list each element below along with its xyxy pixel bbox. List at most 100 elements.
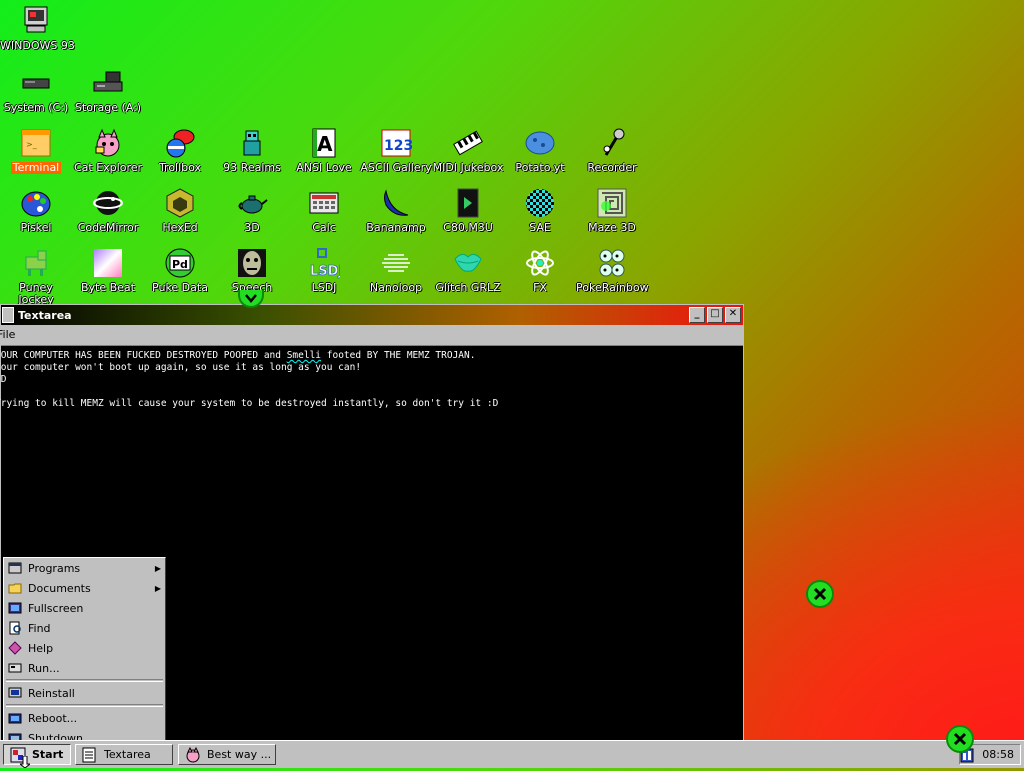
calculator-icon [307,186,341,220]
cube-icon [163,186,197,220]
text-content[interactable]: YOUR COMPUTER HAS BEEN FUCKED DESTROYED … [0,346,743,410]
menu-label: Find [28,621,51,635]
desktop-icon-label: Storage (A:) [74,101,142,114]
clock[interactable]: 08:58 [982,748,1014,761]
run-icon [8,661,22,675]
folder-icon [8,581,22,595]
find-icon [8,621,22,635]
desktop-icon-puke-data[interactable]: Pd Puke Data [144,246,216,294]
window-titlebar[interactable]: Textarea _ □ ✕ [1,305,743,325]
taskbar-item-textarea[interactable]: Textarea [75,744,173,765]
desktop-icon-label: Nanoloop [369,281,423,294]
start-menu-item-documents[interactable]: Documents ▶ [4,578,165,598]
desktop-icon-fx[interactable]: FX [504,246,576,294]
desktop-icon-label: MIDI Jukebox [432,161,504,174]
desktop-icon-hexed[interactable]: HexEd [144,186,216,234]
desktop-icon-system-c[interactable]: System (C:) [0,66,72,114]
desktop-icon-storage-a[interactable]: Storage (A:) [72,66,144,114]
desktop-icon-c80m3u[interactable]: C80.M3U [432,186,504,234]
desktop-icon-label: Terminal [10,161,62,174]
desktop-icon-terminal[interactable]: >_ Terminal [0,126,72,174]
desktop-icon-maze-3d[interactable]: Maze 3D [576,186,648,234]
desktop-icon-byte-beat[interactable]: Byte Beat [72,246,144,294]
piano-icon [451,126,485,160]
desktop-icon-piskel[interactable]: Piskel [0,186,72,234]
start-menu-item-reboot[interactable]: Reboot... [4,708,165,728]
desktop-icon-label: Potato.yt [515,161,565,174]
fullscreen-icon [8,601,22,615]
desktop-icon-label: CodeMirror [77,221,139,234]
desktop-icon-label: Trollbox [158,161,202,174]
desktop-icon-ascii-gallery[interactable]: 123 ASCII Gallery [360,126,432,174]
desktop-icon-codemirror[interactable]: CodeMirror [72,186,144,234]
desktop-icon-midi-jukebox[interactable]: MIDI Jukebox [432,126,504,174]
window-menubar: File [0,325,743,346]
desktop-icon-lsdj[interactable]: LSDJ LSDJ [288,246,360,294]
menu-label: Programs [28,561,81,575]
taskbar-item-best-way[interactable]: Best way ... [178,744,276,765]
menu-label: Run... [28,661,60,675]
window-title: Textarea [18,308,72,322]
bytebeat-icon [91,246,125,280]
close-button[interactable]: ✕ [725,307,741,323]
textarea-app-icon [82,747,96,763]
microphone-icon [595,126,629,160]
desktop-icon-nanoloop[interactable]: Nanoloop [360,246,432,294]
desktop-icon-label: C80.M3U [443,221,493,234]
desktop-icon-windows93[interactable]: WINDOWS 93 [0,4,75,52]
start-menu: Programs ▶ Documents ▶ Fullscreen Find H… [3,557,166,745]
speech-face-icon [235,246,269,280]
desktop-icon-ansi-love[interactable]: A ANSI Love [288,126,360,174]
floppy-drive-icon [91,66,125,100]
desktop-icon-cat-explorer[interactable]: Cat Explorer [72,126,144,174]
start-menu-item-run[interactable]: Run... [4,658,165,678]
desktop-icon-trollbox[interactable]: Trollbox [144,126,216,174]
pony-icon [19,246,53,280]
menu-label: Reboot... [28,711,78,725]
taskbar: Start Textarea Best way ... 08:58 [0,740,1024,768]
desktop-icon-3d[interactable]: 3D [216,186,288,234]
desktop-icon-bananamp[interactable]: Bananamp [360,186,432,234]
maximize-button[interactable]: □ [707,307,723,323]
lsdj-icon: LSDJ [307,246,341,280]
minimize-button[interactable]: _ [689,307,705,323]
desktop-icon-calc[interactable]: Calc [288,186,360,234]
desktop-icon-label: Maze 3D [588,221,636,234]
desktop-icon-label: WINDOWS 93 [0,39,75,52]
desktop-icon-glitch-grlz[interactable]: Glitch GRLZ [432,246,504,294]
lips-icon [451,246,485,280]
cat-icon [91,126,125,160]
desktop-icon-93-realms[interactable]: 93 Realms [216,126,288,174]
start-menu-item-help[interactable]: Help [4,638,165,658]
help-icon [8,641,22,655]
start-menu-item-programs[interactable]: Programs ▶ [4,558,165,578]
start-button[interactable]: Start [3,744,71,765]
desktop-icon-label: Recorder [587,161,637,174]
close-badge-icon[interactable] [806,580,834,608]
desktop-icon-label: Byte Beat [80,281,135,294]
banana-icon [379,186,413,220]
menu-file[interactable]: File [0,328,15,341]
desktop-icon-puney-jockey[interactable]: Puney Jockey [0,246,72,306]
desktop-icon-speech[interactable]: Speech [216,246,288,294]
maze-icon [595,186,629,220]
close-badge-icon[interactable] [946,725,974,753]
nanoloop-icon [379,246,413,280]
realms-icon [235,126,269,160]
desktop-icon-potato-yt[interactable]: Potato.yt [504,126,576,174]
start-menu-item-find[interactable]: Find [4,618,165,638]
reboot-icon [8,711,22,725]
desktop-icon-sae[interactable]: SAE [504,186,576,234]
submenu-arrow-icon: ▶ [154,583,161,593]
menu-separator [6,679,163,682]
start-menu-item-fullscreen[interactable]: Fullscreen [4,598,165,618]
reinstall-icon [8,686,22,700]
playlist-icon [451,186,485,220]
desktop-icon-label: FX [533,281,547,294]
menu-separator [6,704,163,707]
checker-ball-icon [523,186,557,220]
desktop-icon-pokerainbow[interactable]: PokeRainbow [576,246,649,294]
codemirror-icon [91,186,125,220]
start-menu-item-reinstall[interactable]: Reinstall [4,683,165,703]
desktop-icon-recorder[interactable]: Recorder [576,126,648,174]
